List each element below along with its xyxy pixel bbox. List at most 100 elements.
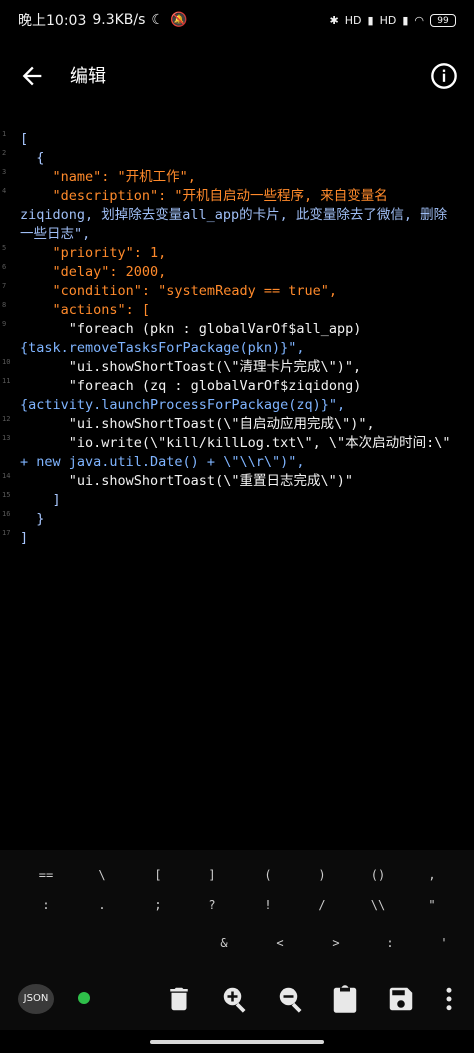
line-number: 15 <box>2 491 11 499</box>
signal-1-icon: ▮ <box>367 13 374 27</box>
keyboard-row-1: == \ [ ] ( ) () , <box>0 860 474 894</box>
key[interactable]: [ <box>138 860 178 890</box>
code-text: ziqidong, 划掉除去变量all_app的卡片, 此变量除去了微信, 删除 <box>20 207 448 223</box>
code-line: 13 "io.write(\"kill/killLog.txt\", \"本次启… <box>0 434 474 453</box>
code-text: "condition": "systemReady == true", <box>20 283 337 299</box>
line-number: 4 <box>2 187 7 195</box>
line-number: 1 <box>2 130 7 138</box>
code-text: "foreach (zq : globalVarOf$ziqidong) <box>20 378 362 394</box>
zoom-in-icon[interactable] <box>220 984 250 1014</box>
line-number: 8 <box>2 301 7 309</box>
paste-icon[interactable] <box>330 984 360 1014</box>
home-indicator[interactable] <box>150 1040 324 1044</box>
key[interactable]: ; <box>138 890 178 920</box>
code-text: "name": "开机工作", <box>20 169 196 185</box>
code-text: {activity.launchProcessForPackage(zq)}", <box>20 397 346 413</box>
back-arrow-icon[interactable] <box>18 62 46 90</box>
code-text: + new java.util.Date() + \"\\r\")", <box>20 454 305 470</box>
keyboard-row-3: & < > : ' <box>0 928 474 962</box>
line-number: 3 <box>2 168 7 176</box>
key[interactable]: \ <box>82 860 122 890</box>
key[interactable]: () <box>358 860 398 890</box>
key[interactable]: , <box>412 860 452 890</box>
json-mode-button[interactable]: JSON <box>18 984 54 1014</box>
code-line-wrap: ziqidong, 划掉除去变量all_app的卡片, 此变量除去了微信, 删除 <box>0 206 474 225</box>
status-right: ✱ HD ▮ HD ▮ ◠ 99 <box>329 13 456 27</box>
key[interactable]: < <box>260 928 300 958</box>
code-line-wrap: {activity.launchProcessForPackage(zq)}", <box>0 396 474 415</box>
code-text: "ui.showShortToast(\"清理卡片完成\")", <box>20 359 362 375</box>
wifi-icon: ◠ <box>414 13 424 27</box>
code-text: "priority": 1, <box>20 245 167 261</box>
delete-icon[interactable] <box>164 984 194 1014</box>
code-line: 10 "ui.showShortToast(\"清理卡片完成\")", <box>0 358 474 377</box>
battery-icon: 99 <box>430 13 456 27</box>
bell-off-icon: 🔕 <box>169 12 188 28</box>
line-number: 6 <box>2 263 7 271</box>
signal-2-label: HD <box>379 13 397 27</box>
code-line: 9 "foreach (pkn : globalVarOf$all_app) <box>0 320 474 339</box>
code-text: [ <box>20 131 29 147</box>
code-line: 8 "actions": [ <box>0 301 474 320</box>
battery-level: 99 <box>437 15 449 26</box>
code-editor[interactable]: 1 [ 2 { 3 "name": "开机工作", 4 "description… <box>0 130 474 850</box>
line-number: 17 <box>2 529 11 537</box>
bottom-toolbar: JSON <box>0 970 474 1030</box>
key[interactable]: ( <box>248 860 288 890</box>
status-bar: 晚上10:03 9.3KB/s ☾ 🔕 ✱ HD ▮ HD ▮ ◠ 99 <box>0 0 474 40</box>
code-line: 1 [ <box>0 130 474 149</box>
key[interactable]: / <box>302 890 342 920</box>
bluetooth-icon: ✱ <box>329 13 339 27</box>
zoom-out-icon[interactable] <box>276 984 306 1014</box>
code-line: 6 "delay": 2000, <box>0 263 474 282</box>
save-icon[interactable] <box>386 984 416 1014</box>
code-text: { <box>20 150 45 166</box>
code-line-wrap: 一些日志", <box>0 225 474 244</box>
keyboard-row-2: : . ; ? ! / \\ " <box>0 890 474 924</box>
key[interactable]: ' <box>424 928 464 958</box>
code-line: 14 "ui.showShortToast(\"重置日志完成\")" <box>0 472 474 491</box>
line-number: 12 <box>2 415 11 423</box>
key[interactable]: : <box>26 890 66 920</box>
more-vert-icon[interactable] <box>434 984 464 1014</box>
key[interactable]: ? <box>192 890 232 920</box>
code-line: 3 "name": "开机工作", <box>0 168 474 187</box>
code-text: "actions": [ <box>20 302 151 318</box>
signal-2-icon: ▮ <box>402 13 409 27</box>
code-text: {task.removeTasksForPackage(pkn)}", <box>20 340 305 356</box>
status-left: 晚上10:03 9.3KB/s ☾ 🔕 <box>18 10 187 30</box>
line-number: 14 <box>2 472 11 480</box>
key[interactable]: ) <box>302 860 342 890</box>
line-number: 7 <box>2 282 7 290</box>
code-text: "delay": 2000, <box>20 264 167 280</box>
key[interactable]: == <box>26 860 66 890</box>
code-line: 15 ] <box>0 491 474 510</box>
info-icon[interactable] <box>430 62 458 90</box>
key[interactable]: ] <box>192 860 232 890</box>
key[interactable]: \\ <box>358 890 398 920</box>
key[interactable]: . <box>82 890 122 920</box>
signal-1-label: HD <box>344 13 362 27</box>
status-time: 晚上10:03 <box>18 13 87 29</box>
code-line: 17 ] <box>0 529 474 548</box>
key[interactable]: ! <box>248 890 288 920</box>
code-text: ] <box>20 492 61 508</box>
key[interactable]: > <box>316 928 356 958</box>
key[interactable]: & <box>204 928 244 958</box>
code-line: 11 "foreach (zq : globalVarOf$ziqidong) <box>0 377 474 396</box>
code-line: 12 "ui.showShortToast(\"自启动应用完成\")", <box>0 415 474 434</box>
key[interactable]: " <box>412 890 452 920</box>
code-text: } <box>20 511 45 527</box>
code-line: 5 "priority": 1, <box>0 244 474 263</box>
line-number: 9 <box>2 320 7 328</box>
page-title: 编辑 <box>70 66 106 87</box>
code-text: 一些日志", <box>20 226 91 242</box>
symbol-keyboard: == \ [ ] ( ) () , : . ; ? ! / \\ " & < >… <box>0 850 474 970</box>
code-line-wrap: {task.removeTasksForPackage(pkn)}", <box>0 339 474 358</box>
line-number: 16 <box>2 510 11 518</box>
status-speed: 9.3KB/s <box>92 12 146 28</box>
line-number: 2 <box>2 149 7 157</box>
code-line: 16 } <box>0 510 474 529</box>
key[interactable]: : <box>370 928 410 958</box>
code-text: "io.write(\"kill/killLog.txt\", \"本次启动时间… <box>20 435 451 451</box>
